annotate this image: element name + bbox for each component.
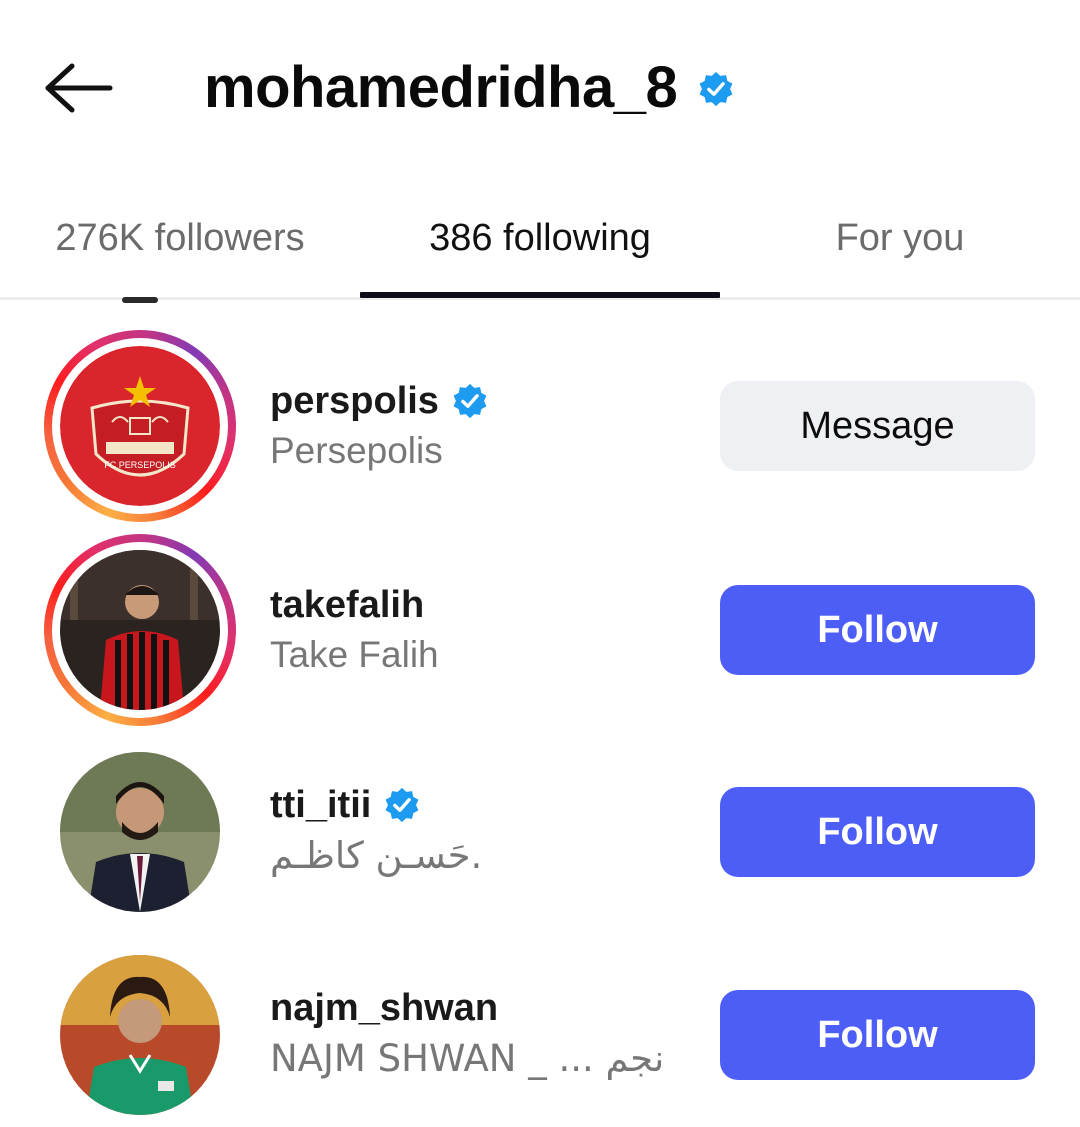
arrow-left-icon (45, 63, 113, 113)
profile-username: mohamedridha_8 (204, 54, 678, 120)
follow-button[interactable]: Follow (720, 990, 1035, 1080)
follow-button[interactable]: Follow (720, 585, 1035, 675)
avatar[interactable] (60, 955, 220, 1115)
back-button[interactable] (40, 58, 116, 118)
list-item[interactable]: FC PERSEPOLIS perspolis Persepolis Messa… (0, 326, 1080, 526)
user-names: najm_shwan NAJM SHWAN _ ... نجم (270, 983, 664, 1087)
list-item[interactable]: najm_shwan NAJM SHWAN _ ... نجم Follow (0, 935, 1080, 1127)
tab-for-you[interactable]: For you (720, 180, 1080, 297)
username[interactable]: takefalih (270, 584, 424, 627)
avatar[interactable] (60, 752, 220, 912)
tab-followers[interactable]: 276K followers (0, 180, 360, 297)
verified-badge-icon (385, 787, 419, 823)
active-tab-indicator (360, 292, 720, 298)
full-name: Persepolis (270, 430, 443, 471)
header: mohamedridha_8 (0, 0, 1080, 170)
list-item[interactable]: tti_itii حَسـن كاظـم. Follow (0, 732, 1080, 932)
pull-refresh-hint (122, 297, 158, 303)
list-item[interactable]: takefalih Take Falih Follow (0, 530, 1080, 730)
username[interactable]: perspolis (270, 380, 439, 423)
user-names: perspolis Persepolis (270, 376, 489, 480)
verified-badge-icon (453, 383, 487, 419)
avatar[interactable]: FC PERSEPOLIS (60, 346, 220, 506)
avatar[interactable] (60, 550, 220, 710)
username[interactable]: najm_shwan (270, 987, 498, 1030)
full-name: NAJM SHWAN _ ... نجم (270, 1037, 665, 1080)
user-names: tti_itii حَسـن كاظـم. (270, 780, 482, 884)
message-button[interactable]: Message (720, 381, 1035, 471)
follow-button[interactable]: Follow (720, 787, 1035, 877)
verified-badge-icon (699, 71, 733, 107)
full-name: حَسـن كاظـم. (270, 834, 483, 877)
full-name: Take Falih (270, 634, 439, 675)
user-names: takefalih Take Falih (270, 580, 439, 684)
username[interactable]: tti_itii (270, 784, 371, 827)
profile-title: mohamedridha_8 (204, 52, 735, 122)
tab-bar: 276K followers 386 following For you (0, 180, 1080, 300)
tab-following[interactable]: 386 following (360, 180, 720, 297)
svg-text:FC PERSEPOLIS: FC PERSEPOLIS (104, 460, 176, 470)
